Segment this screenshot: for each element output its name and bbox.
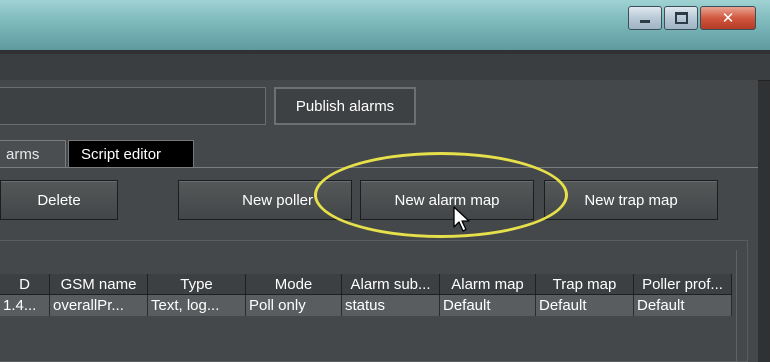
menu-bar — [0, 54, 770, 81]
alarm-table: D GSM name Type Mode Alarm sub... Alarm … — [0, 274, 732, 316]
minimize-button[interactable] — [628, 6, 662, 30]
column-header[interactable]: Alarm sub... — [342, 274, 440, 295]
table-cell: 1.4... — [0, 295, 50, 316]
delete-button[interactable]: Delete — [0, 180, 118, 220]
table-cell: Poll only — [246, 295, 342, 316]
table-cell: overallPr... — [50, 295, 148, 316]
table-cell: status — [342, 295, 440, 316]
column-header[interactable]: Mode — [246, 274, 342, 295]
tab-alarms[interactable]: arms — [0, 140, 66, 168]
close-button[interactable]: ✕ — [700, 6, 756, 30]
window-controls: ✕ — [626, 6, 756, 30]
column-header[interactable]: GSM name — [50, 274, 148, 295]
search-field[interactable] — [0, 87, 266, 125]
table-header: D GSM name Type Mode Alarm sub... Alarm … — [0, 274, 732, 295]
column-header[interactable]: Type — [148, 274, 246, 295]
panel-divider — [736, 250, 737, 362]
mouse-pointer-icon — [453, 206, 470, 232]
column-header[interactable]: Trap map — [536, 274, 634, 295]
publish-alarms-button[interactable]: Publish alarms — [274, 87, 416, 125]
table-row[interactable]: 1.4... overallPr... Text, log... Poll on… — [0, 295, 732, 316]
table-cell: Default — [440, 295, 536, 316]
close-icon: ✕ — [721, 9, 735, 27]
maximize-icon — [674, 12, 688, 24]
column-header[interactable]: Alarm map — [440, 274, 536, 295]
column-header[interactable]: Poller prof... — [634, 274, 732, 295]
minimize-icon — [640, 19, 650, 23]
table-cell: Text, log... — [148, 295, 246, 316]
table-cell: Default — [536, 295, 634, 316]
new-trap-map-button[interactable]: New trap map — [544, 180, 718, 220]
column-header[interactable]: D — [0, 274, 50, 295]
tab-script-editor[interactable]: Script editor — [68, 140, 194, 168]
table-cell: Default — [634, 295, 732, 316]
title-bar: ✕ — [0, 0, 770, 50]
maximize-button[interactable] — [664, 6, 698, 30]
highlight-ellipse — [314, 152, 568, 238]
